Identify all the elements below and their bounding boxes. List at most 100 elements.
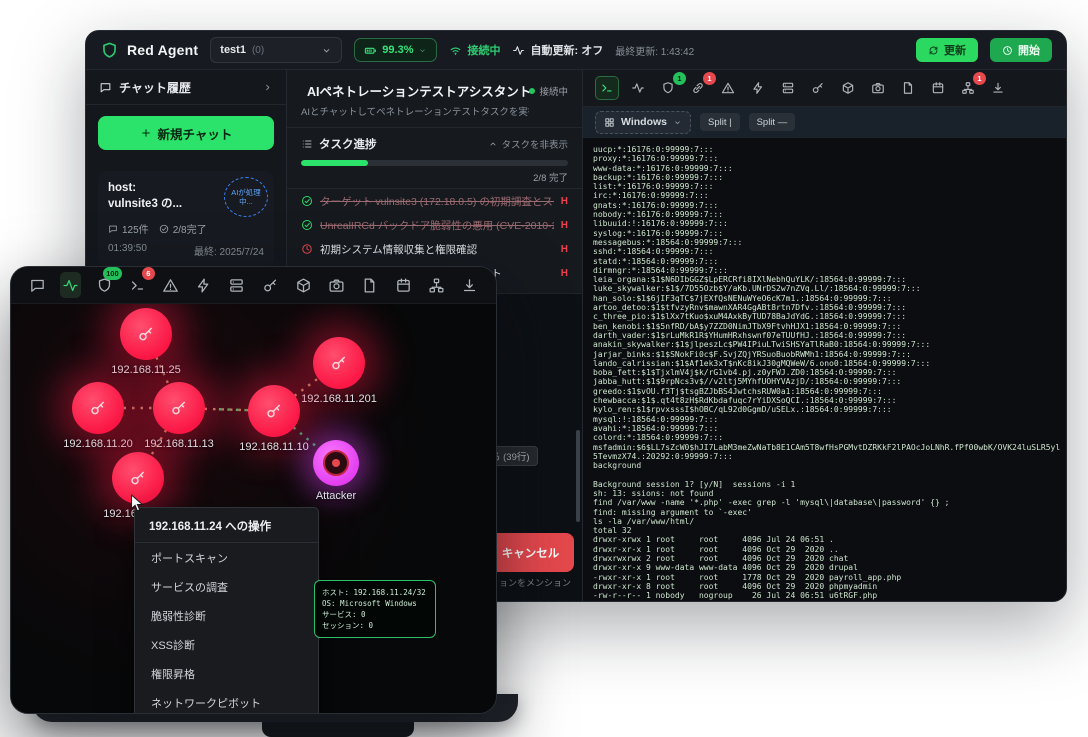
tooltip-line: サービス: 0 bbox=[322, 609, 428, 620]
status-dot bbox=[529, 88, 535, 94]
download-icon[interactable] bbox=[459, 272, 480, 298]
doc-icon[interactable] bbox=[897, 77, 919, 99]
warning-icon[interactable] bbox=[160, 272, 181, 298]
terminal-panel: 111 Windows Split | Split — uucp:*:16176… bbox=[583, 70, 1066, 601]
key-icon[interactable] bbox=[260, 272, 281, 298]
terminal-output[interactable]: uucp:*:16176:0:99999:7::: proxy:*:16176:… bbox=[583, 138, 1066, 601]
context-menu-title: 192.168.11.24 への操作 bbox=[135, 508, 318, 543]
notification-badge: 1 bbox=[673, 72, 686, 85]
shield-icon[interactable]: 100 bbox=[93, 272, 114, 298]
list-icon bbox=[301, 138, 313, 150]
download-icon[interactable] bbox=[987, 77, 1009, 99]
calendar-icon[interactable] bbox=[927, 77, 949, 99]
task-row[interactable]: ターゲット vulnsite3 (172.18.0.5) の初期調査とスキャン実… bbox=[287, 189, 582, 213]
node-label: Attacker bbox=[316, 490, 356, 502]
chat-last-update: 最終: 2025/7/24 bbox=[194, 243, 264, 258]
calendar-icon[interactable] bbox=[392, 272, 413, 298]
windows-select[interactable]: Windows bbox=[595, 111, 691, 134]
box-icon[interactable] bbox=[293, 272, 314, 298]
bolt-icon[interactable] bbox=[747, 77, 769, 99]
connection-status: 接続中 bbox=[449, 42, 500, 58]
chevron-right-icon bbox=[262, 82, 273, 93]
camera-icon[interactable] bbox=[867, 77, 889, 99]
auto-update-label: 自動更新: オフ bbox=[530, 42, 603, 58]
bolt-icon[interactable] bbox=[193, 272, 214, 298]
node-ip-label: 192.168.11.13 bbox=[144, 438, 214, 450]
task-label: UnrealIRCd バックドア脆弱性の悪用 (CVE-2010-2075) -… bbox=[320, 218, 554, 233]
node-ip-label: 192.168.11.10 bbox=[239, 441, 309, 453]
host-node[interactable]: 192.168.11.25 bbox=[120, 308, 172, 360]
new-chat-button[interactable]: 新規チャット bbox=[98, 116, 274, 150]
host-node[interactable]: 192.168.11.13 bbox=[153, 382, 205, 434]
battery-icon bbox=[364, 44, 377, 57]
context-menu-item[interactable]: ネットワークピボット bbox=[135, 688, 318, 714]
doc-icon[interactable] bbox=[359, 272, 380, 298]
app-brand: Red Agent bbox=[100, 41, 198, 60]
start-button[interactable]: 開始 bbox=[990, 38, 1052, 62]
tasks-header-title: タスク進捗 bbox=[319, 136, 377, 152]
auto-update-toggle[interactable]: 自動更新: オフ bbox=[512, 42, 603, 58]
screen: Red Agent test1 (0) 99.3% 接続中 自動更新: オフ bbox=[0, 0, 1088, 737]
battery-percent: 99.3% bbox=[382, 44, 413, 56]
app-header: Red Agent test1 (0) 99.3% 接続中 自動更新: オフ bbox=[86, 31, 1066, 70]
chat-history-header[interactable]: チャット履歴 bbox=[86, 70, 286, 105]
split-horizontal-button[interactable]: Split — bbox=[749, 113, 796, 131]
battery-indicator[interactable]: 99.3% bbox=[354, 38, 437, 62]
assistant-status: 接続中 bbox=[539, 84, 568, 98]
refresh-icon bbox=[928, 45, 939, 56]
task-status-icon bbox=[301, 219, 313, 231]
plus-icon bbox=[140, 127, 152, 139]
context-menu-item[interactable]: サービスの調査 bbox=[135, 572, 318, 601]
sitemap-icon[interactable]: 1 bbox=[957, 77, 979, 99]
hide-tasks-button[interactable]: タスクを非表示 bbox=[488, 137, 568, 151]
warning-icon[interactable] bbox=[717, 77, 739, 99]
node-ip-label: 192.168.11.25 bbox=[111, 364, 181, 376]
host-circle bbox=[248, 385, 300, 437]
session-select[interactable]: test1 (0) bbox=[210, 37, 342, 63]
terminal-toolbar: 111 bbox=[583, 70, 1066, 107]
chat-list-item[interactable]: host: vulnsite3 の... AIが処理中... 125件 2/8完… bbox=[98, 171, 274, 267]
refresh-button[interactable]: 更新 bbox=[916, 38, 978, 62]
pulse-icon[interactable] bbox=[60, 272, 81, 298]
key-icon[interactable] bbox=[807, 77, 829, 99]
layers-icon[interactable] bbox=[777, 77, 799, 99]
key-icon bbox=[129, 469, 147, 487]
link-icon[interactable]: 1 bbox=[687, 77, 709, 99]
message-count: 125件 bbox=[122, 221, 149, 236]
terminal-icon[interactable]: 6 bbox=[127, 272, 148, 298]
task-priority-badge: H bbox=[561, 196, 568, 207]
task-progress: 2/8 完了 bbox=[287, 156, 582, 186]
context-menu-item[interactable]: XSS診断 bbox=[135, 630, 318, 659]
terminal-icon[interactable] bbox=[595, 76, 619, 100]
assistant-connection: 接続中 bbox=[529, 84, 568, 98]
host-circle bbox=[72, 382, 124, 434]
network-graph-canvas[interactable]: 192.168.11.25 192.168.11.201 192.168.11.20… bbox=[11, 303, 496, 713]
task-priority-badge: H bbox=[561, 268, 568, 279]
camera-icon[interactable] bbox=[326, 272, 347, 298]
scrollbar[interactable] bbox=[576, 430, 580, 522]
chat-item-times: 01:39:50 最終: 2025/7/24 bbox=[108, 243, 264, 258]
host-node[interactable]: 192.168.11.201 bbox=[313, 337, 365, 389]
task-priority-badge: H bbox=[561, 244, 568, 255]
context-menu-item[interactable]: 権限昇格 bbox=[135, 659, 318, 688]
context-menu-item[interactable]: ポートスキャン bbox=[135, 543, 318, 572]
progress-label: 2/8 完了 bbox=[301, 170, 568, 184]
cancel-button[interactable]: キャンセル bbox=[487, 533, 574, 572]
attacker-node[interactable]: Attacker bbox=[313, 440, 359, 486]
split-vertical-button[interactable]: Split | bbox=[700, 113, 740, 131]
pulse-icon[interactable] bbox=[627, 77, 649, 99]
task-row[interactable]: UnrealIRCd バックドア脆弱性の悪用 (CVE-2010-2075) -… bbox=[287, 213, 582, 237]
context-menu-item[interactable]: 脆弱性診断 bbox=[135, 601, 318, 630]
check-circle-icon bbox=[159, 224, 169, 234]
host-node[interactable]: 192.168.11.20 bbox=[72, 382, 124, 434]
host-node[interactable]: 192.168.11.10 bbox=[248, 385, 300, 437]
box-icon[interactable] bbox=[837, 77, 859, 99]
layers-icon[interactable] bbox=[226, 272, 247, 298]
host-circle bbox=[120, 308, 172, 360]
sitemap-icon[interactable] bbox=[426, 272, 447, 298]
app-title: Red Agent bbox=[127, 42, 198, 58]
shield-icon[interactable]: 1 bbox=[657, 77, 679, 99]
task-row[interactable]: 初期システム情報収集と権限確認H bbox=[287, 237, 582, 261]
host-circle bbox=[313, 337, 365, 389]
chat-icon[interactable] bbox=[27, 272, 48, 298]
